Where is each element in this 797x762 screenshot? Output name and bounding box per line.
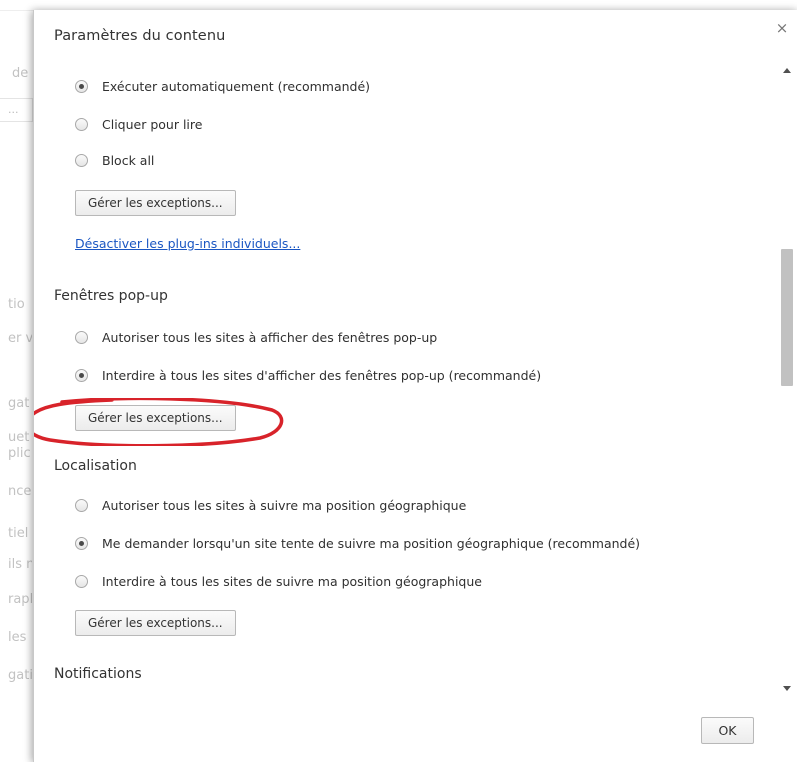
scroll-up-arrow-icon[interactable] bbox=[783, 68, 791, 73]
background-text-fragment: rapl bbox=[8, 592, 32, 607]
section-title-popups: Fenêtres pop-up bbox=[54, 288, 168, 304]
radio-button[interactable] bbox=[75, 330, 88, 344]
radio-label: Me demander lorsqu'un site tente de suiv… bbox=[102, 535, 641, 551]
radio-plugins-block-all[interactable]: Block all bbox=[75, 151, 154, 169]
background-text-fragment: les bbox=[8, 630, 27, 645]
background-text-fragment: tio bbox=[8, 297, 25, 312]
radio-button[interactable] bbox=[75, 498, 88, 512]
radio-popups-block[interactable]: Interdire à tous les sites d'afficher de… bbox=[75, 366, 541, 384]
content-settings-dialog: Paramètres du contenu × Exécuter automat… bbox=[33, 10, 797, 762]
background-text-fragment: uet bbox=[8, 430, 30, 445]
radio-location-allow[interactable]: Autoriser tous les sites à suivre ma pos… bbox=[75, 496, 466, 514]
plugins-manage-exceptions-button[interactable]: Gérer les exceptions... bbox=[75, 190, 236, 216]
background-text-fragment: gat bbox=[8, 396, 30, 411]
location-manage-exceptions-button[interactable]: Gérer les exceptions... bbox=[75, 610, 236, 636]
radio-plugins-auto[interactable]: Exécuter automatiquement (recommandé) bbox=[75, 77, 370, 95]
ok-button[interactable]: OK bbox=[701, 717, 754, 744]
background-text-fragment: ils n bbox=[8, 557, 32, 572]
radio-popups-allow[interactable]: Autoriser tous les sites à afficher des … bbox=[75, 328, 437, 346]
background-text-fragment: tiel bbox=[8, 526, 29, 541]
dialog-title: Paramètres du contenu bbox=[54, 28, 226, 44]
radio-button[interactable] bbox=[75, 153, 88, 167]
radio-label: Exécuter automatiquement (recommandé) bbox=[102, 78, 371, 94]
radio-button[interactable] bbox=[75, 574, 88, 588]
radio-button[interactable] bbox=[75, 536, 88, 550]
disable-individual-plugins-link[interactable]: Désactiver les plug-ins individuels... bbox=[75, 236, 300, 251]
section-title-location: Localisation bbox=[54, 458, 137, 474]
popups-manage-exceptions-button[interactable]: Gérer les exceptions... bbox=[75, 405, 236, 431]
background-text-fragment: er v bbox=[8, 331, 32, 346]
radio-location-block[interactable]: Interdire à tous les sites de suivre ma … bbox=[75, 572, 482, 590]
radio-button[interactable] bbox=[75, 368, 88, 382]
close-icon[interactable]: × bbox=[774, 20, 790, 36]
radio-label: Cliquer pour lire bbox=[102, 116, 203, 132]
radio-label: Interdire à tous les sites de suivre ma … bbox=[102, 573, 482, 589]
vertical-scrollbar[interactable] bbox=[779, 62, 795, 697]
radio-button[interactable] bbox=[75, 117, 88, 131]
screenshot-root: de ... tio er v gat uet plic nce tiel il… bbox=[0, 0, 797, 762]
background-text-fragment: plic bbox=[8, 446, 31, 461]
radio-label: Block all bbox=[102, 152, 155, 168]
radio-label: Interdire à tous les sites d'afficher de… bbox=[102, 367, 542, 383]
radio-label: Autoriser tous les sites à afficher des … bbox=[102, 329, 438, 345]
radio-button[interactable] bbox=[75, 79, 88, 93]
radio-plugins-click-to-play[interactable]: Cliquer pour lire bbox=[75, 115, 202, 133]
background-text-fragment: gati bbox=[8, 668, 32, 683]
background-text-fragment: nce bbox=[8, 484, 32, 499]
background-search-field: ... bbox=[0, 98, 33, 122]
radio-location-ask[interactable]: Me demander lorsqu'un site tente de suiv… bbox=[75, 534, 640, 552]
section-title-notifications: Notifications bbox=[54, 666, 142, 682]
scrollbar-thumb[interactable] bbox=[781, 249, 793, 386]
radio-label: Autoriser tous les sites à suivre ma pos… bbox=[102, 497, 467, 513]
dialog-scroll-area[interactable]: Exécuter automatiquement (recommandé) Cl… bbox=[34, 62, 797, 697]
scroll-down-arrow-icon[interactable] bbox=[783, 686, 791, 691]
